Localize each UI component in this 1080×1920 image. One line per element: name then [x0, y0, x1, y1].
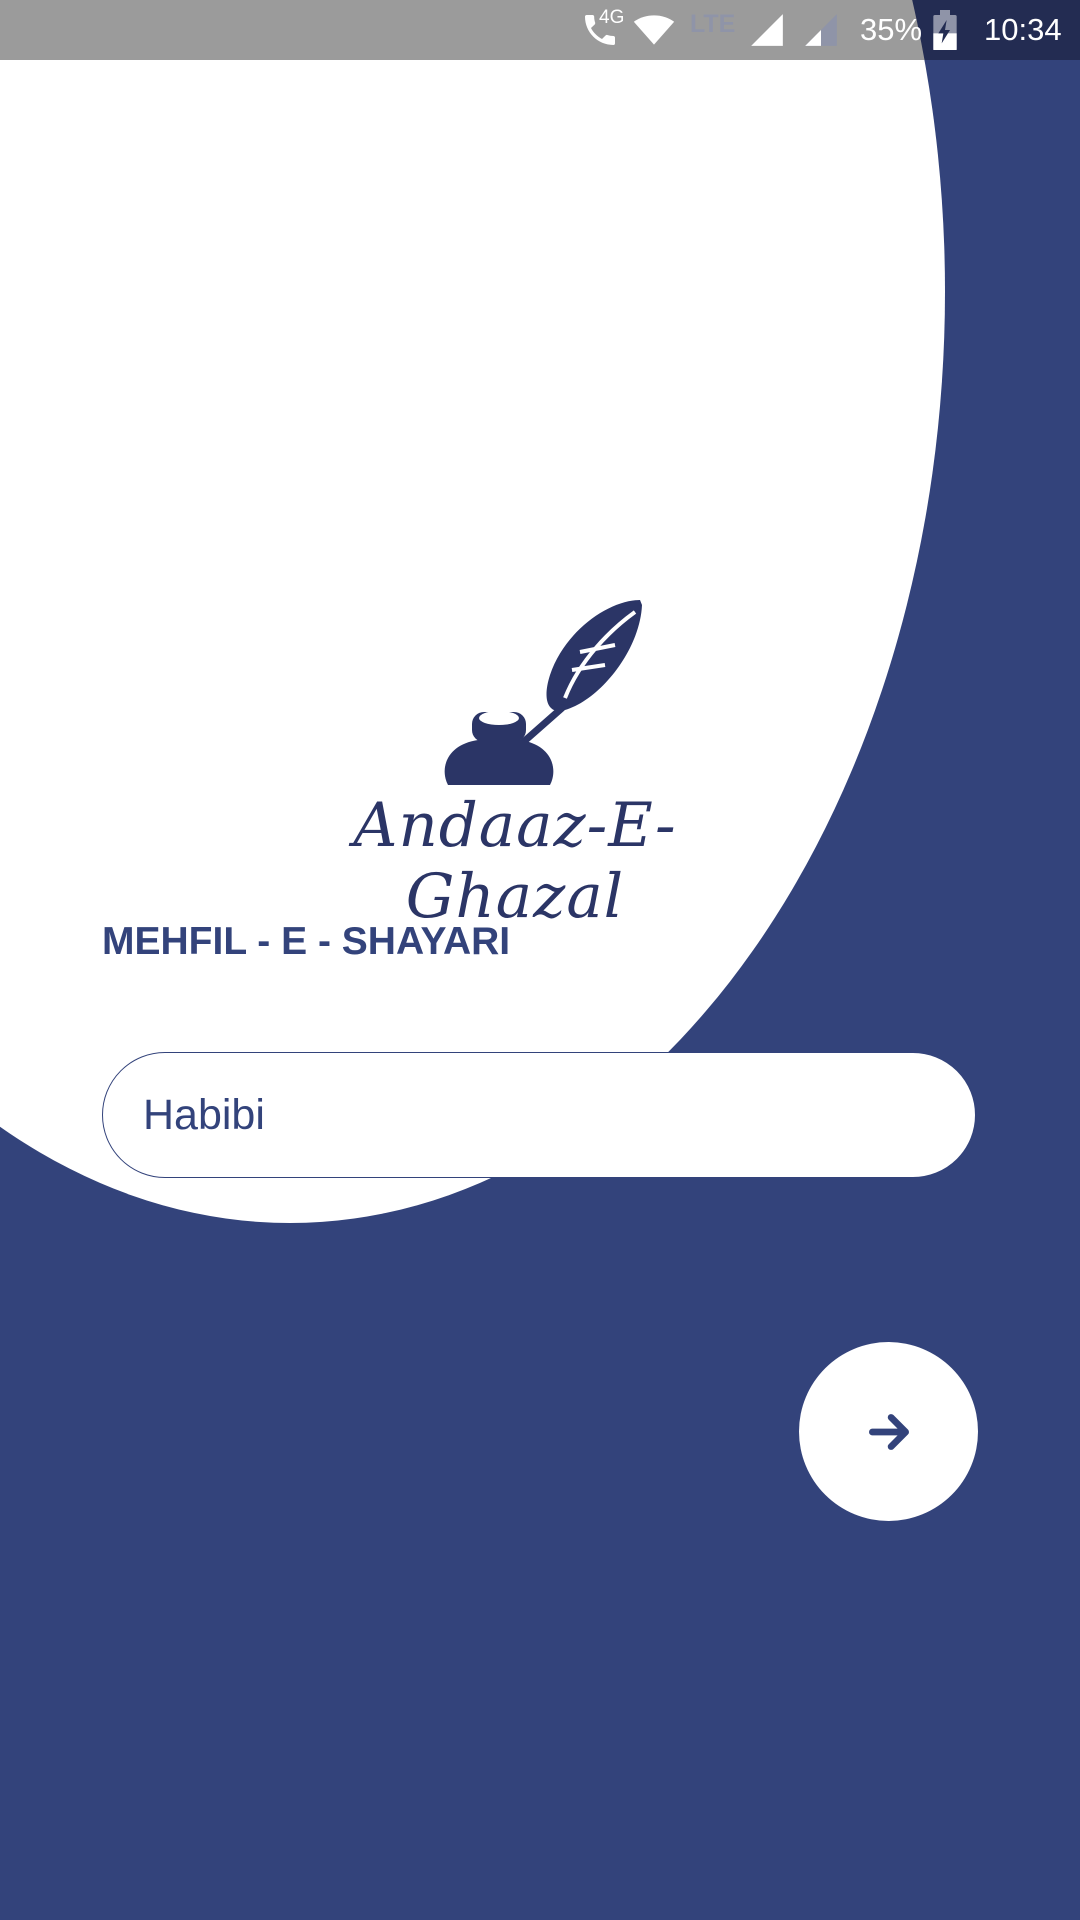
wifi-icon [632, 0, 676, 60]
arrow-right-icon [868, 1413, 909, 1450]
battery-charging-icon [932, 0, 958, 60]
signal-icon [802, 0, 840, 60]
app-screen: 4G LTE 35% 10:34 Andaaz-E-Ghazal MEHFIL … [0, 0, 1080, 1920]
quill-inkpot-icon [444, 600, 642, 785]
status-bar: 4G LTE 35% 10:34 [0, 0, 1080, 60]
network-type-label: 4G [599, 7, 625, 28]
signal-icon [748, 0, 786, 60]
screen-title: MEHFIL - E - SHAYARI [102, 920, 511, 963]
name-input[interactable] [102, 1052, 976, 1178]
lte-label: LTE [690, 9, 736, 38]
clock-text: 10:34 [984, 12, 1062, 47]
brand-name: Andaaz-E-Ghazal [353, 790, 677, 932]
next-button[interactable] [799, 1342, 978, 1521]
battery-text: 35% [860, 12, 923, 47]
